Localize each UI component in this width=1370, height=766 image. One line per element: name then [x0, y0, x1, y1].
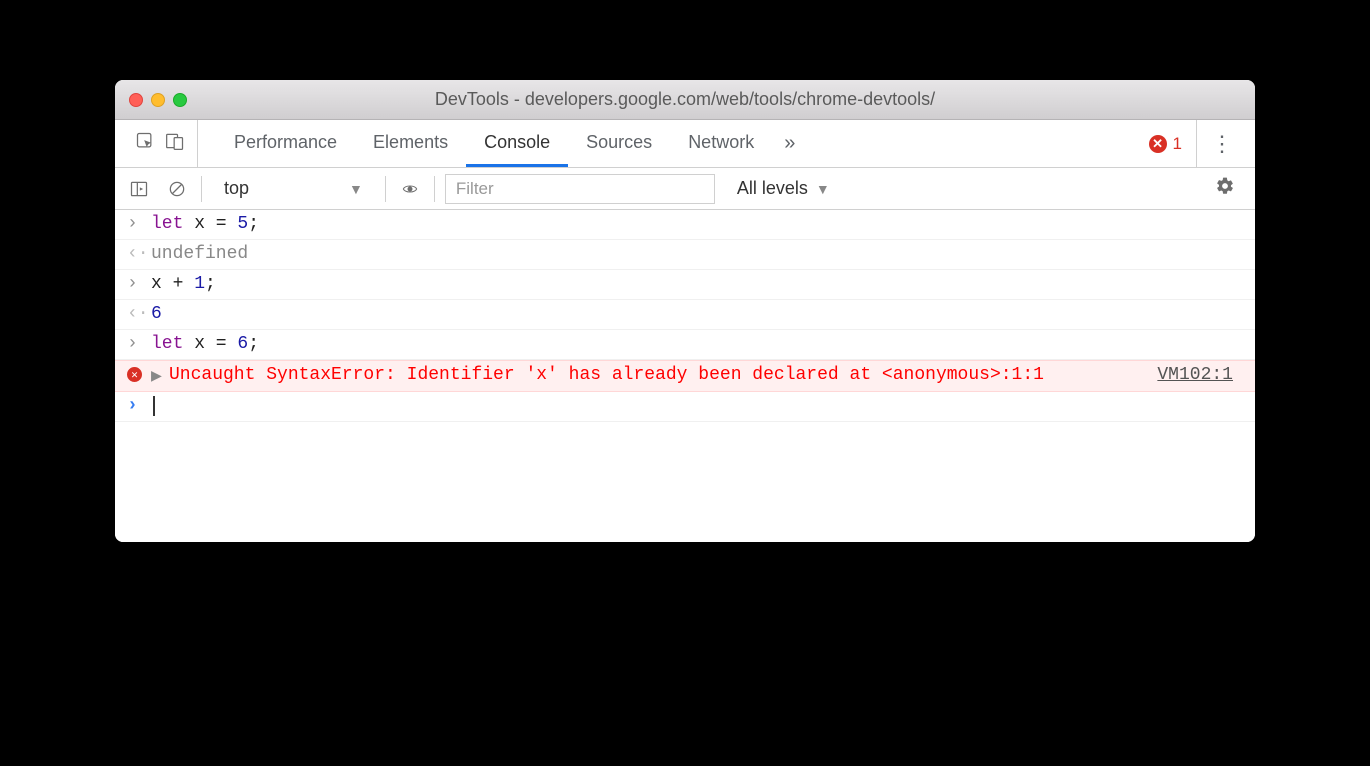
toggle-device-toolbar-icon[interactable] — [165, 131, 185, 156]
log-levels-selector[interactable]: All levels ▼ — [725, 178, 842, 199]
expand-error-icon[interactable]: ▶ — [151, 365, 169, 387]
inspect-element-icon[interactable] — [135, 131, 155, 156]
levels-label: All levels — [737, 178, 808, 199]
output-chevron-icon: ‹· — [127, 304, 151, 324]
chevron-down-icon: ▼ — [349, 181, 363, 197]
traffic-lights — [129, 93, 187, 107]
error-icon: ✕ — [1149, 135, 1167, 153]
chevron-down-icon: ▼ — [816, 181, 830, 197]
console-result: undefined — [151, 244, 1243, 264]
create-live-expression-button[interactable] — [396, 175, 424, 203]
console-input[interactable] — [151, 396, 1243, 417]
input-chevron-icon: › — [127, 214, 151, 234]
console-error-line[interactable]: ✕ ▶ Uncaught SyntaxError: Identifier 'x'… — [115, 360, 1255, 392]
panel-tabbar: Performance Elements Console Sources Net… — [115, 120, 1255, 168]
window-minimize-button[interactable] — [151, 93, 165, 107]
console-input-line: › let x = 6; — [115, 330, 1255, 360]
titlebar: DevTools - developers.google.com/web/too… — [115, 80, 1255, 120]
console-result: 6 — [151, 304, 1243, 324]
toolbar-divider — [385, 176, 386, 202]
tabbar-device-icons — [123, 120, 198, 167]
toolbar-divider — [201, 176, 202, 202]
console-output-line: ‹· undefined — [115, 240, 1255, 270]
input-chevron-icon: › — [127, 274, 151, 294]
console-toolbar: top ▼ All levels ▼ — [115, 168, 1255, 210]
error-source-link[interactable]: VM102:1 — [1157, 365, 1243, 385]
prompt-chevron-icon: › — [127, 396, 151, 416]
execution-context-selector[interactable]: top ▼ — [212, 178, 375, 199]
clear-console-button[interactable] — [163, 175, 191, 203]
console-code: x + 1; — [151, 274, 1243, 294]
console-code: let x = 6; — [151, 334, 1243, 354]
tab-network[interactable]: Network — [670, 120, 772, 167]
console-prompt[interactable]: › — [115, 392, 1255, 422]
error-line-icon: ✕ — [127, 365, 151, 382]
window-close-button[interactable] — [129, 93, 143, 107]
context-label: top — [224, 178, 249, 199]
console-settings-button[interactable] — [1205, 176, 1245, 201]
input-chevron-icon: › — [127, 334, 151, 354]
error-counter[interactable]: ✕ 1 — [1139, 134, 1192, 154]
filter-input[interactable] — [445, 174, 715, 204]
tab-console[interactable]: Console — [466, 120, 568, 167]
error-count: 1 — [1173, 134, 1182, 154]
tab-sources[interactable]: Sources — [568, 120, 670, 167]
console-code: let x = 5; — [151, 214, 1243, 234]
window-maximize-button[interactable] — [173, 93, 187, 107]
console-input-line: › x + 1; — [115, 270, 1255, 300]
tab-performance[interactable]: Performance — [216, 120, 355, 167]
console-input-line: › let x = 5; — [115, 210, 1255, 240]
console-output[interactable]: › let x = 5; ‹· undefined › x + 1; ‹· 6 … — [115, 210, 1255, 542]
output-chevron-icon: ‹· — [127, 244, 151, 264]
main-menu-button[interactable]: ⋮ — [1196, 120, 1247, 167]
text-cursor — [153, 396, 155, 416]
error-message: Uncaught SyntaxError: Identifier 'x' has… — [169, 365, 1157, 385]
toolbar-divider — [434, 176, 435, 202]
panel-tabs: Performance Elements Console Sources Net… — [216, 120, 1135, 167]
toggle-console-sidebar-button[interactable] — [125, 175, 153, 203]
tabs-overflow-button[interactable]: » — [772, 120, 807, 167]
tab-elements[interactable]: Elements — [355, 120, 466, 167]
console-output-line: ‹· 6 — [115, 300, 1255, 330]
window-title: DevTools - developers.google.com/web/too… — [115, 89, 1255, 110]
devtools-window: DevTools - developers.google.com/web/too… — [115, 80, 1255, 542]
